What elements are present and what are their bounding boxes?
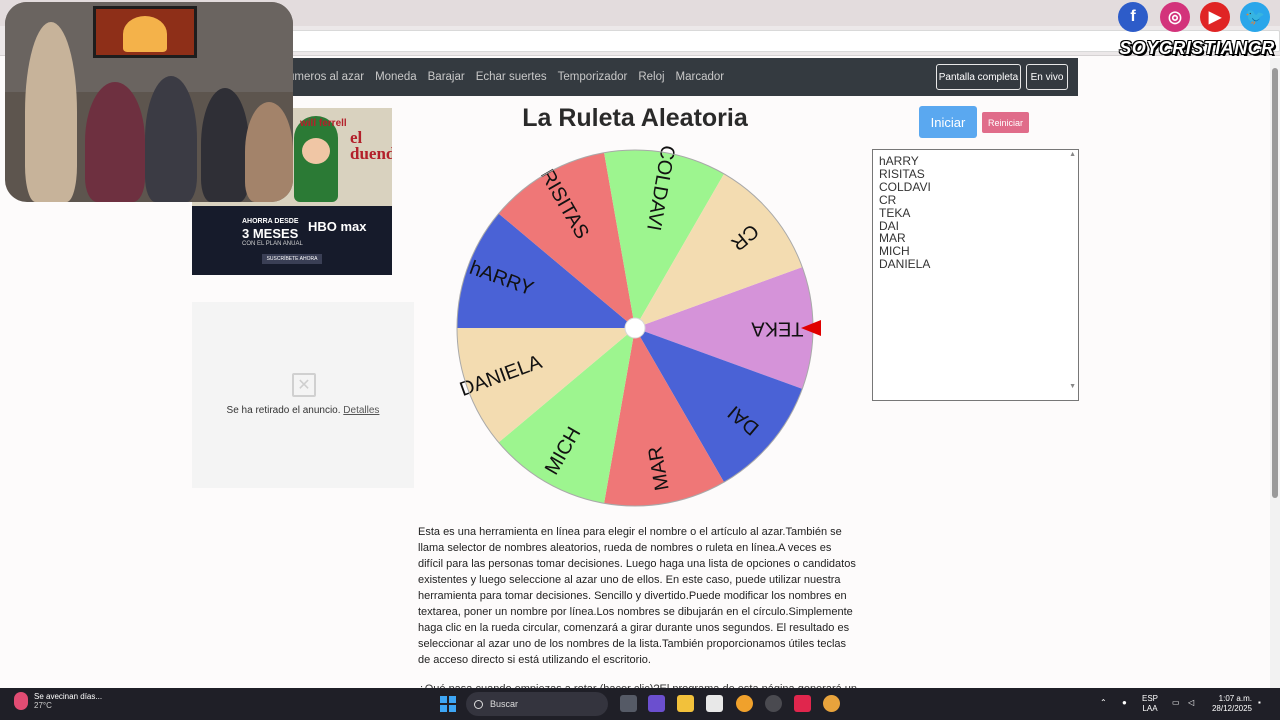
task-view-icon[interactable]	[620, 695, 637, 712]
nav-link-echar-suertes[interactable]: Echar suertes	[476, 71, 547, 83]
ad-offer-line2: 3 MESES	[242, 226, 299, 241]
network-icon[interactable]: ▭	[1172, 698, 1180, 708]
start-button[interactable]: Iniciar	[919, 106, 977, 138]
name-line: DAI	[879, 218, 900, 233]
page-scrollbar[interactable]	[1270, 58, 1280, 688]
nav-links: úmeros al azar Moneda Barajar Echar suer…	[288, 58, 724, 96]
weather-icon	[14, 692, 28, 710]
person	[245, 102, 293, 202]
live-button[interactable]: En vivo	[1026, 64, 1068, 90]
person	[201, 88, 249, 202]
ad-subscribe-button[interactable]: SUSCRÍBETE AHORA	[262, 254, 322, 264]
name-line: COLDAVI	[879, 179, 931, 194]
lang-top: ESP	[1142, 694, 1159, 703]
chrome-icon[interactable]	[736, 695, 753, 712]
windows-taskbar: Se avecinan días... 27°C Buscar ⌃ ● ESP …	[0, 688, 1280, 720]
ad-offer-line3: CON EL PLAN ANUAL	[242, 241, 303, 247]
file-explorer-icon[interactable]	[677, 695, 694, 712]
obs-icon[interactable]	[765, 695, 782, 712]
microphone-icon[interactable]: ●	[1122, 698, 1127, 708]
person	[25, 22, 77, 202]
search-placeholder: Buscar	[490, 699, 519, 709]
scroll-down-arrow-icon[interactable]: ▼	[1069, 383, 1076, 390]
language-indicator[interactable]: ESP LAA	[1142, 694, 1158, 714]
elf-face	[302, 138, 330, 164]
site-navbar: úmeros al azar Moneda Barajar Echar suer…	[192, 58, 1078, 96]
weather-widget[interactable]: Se avecinan días... 27°C	[14, 692, 102, 710]
fire-image	[123, 16, 167, 52]
name-line: CR	[879, 192, 897, 207]
wheel-hub	[624, 317, 646, 339]
weather-temp: 27°C	[34, 701, 52, 710]
name-line: hARRY	[879, 154, 919, 168]
ad-placeholder-icon: ✕	[292, 373, 316, 397]
nav-link-reloj[interactable]: Reloj	[638, 71, 664, 83]
nav-link-numeros[interactable]: úmeros al azar	[288, 71, 364, 83]
scroll-up-arrow-icon[interactable]: ▲	[1069, 151, 1076, 158]
page-title: La Ruleta Aleatoria	[522, 104, 748, 132]
person	[85, 82, 145, 202]
ad-offer-line1: AHORRA DESDE	[242, 218, 299, 225]
start-menu-icon[interactable]	[440, 696, 456, 712]
channel-brand: SOYCRISTIANCR	[1119, 38, 1275, 58]
scrollbar-thumb[interactable]	[1272, 68, 1278, 498]
store-icon[interactable]	[706, 695, 723, 712]
social-overlay: f ◎ ▶ 🐦 SOYCRISTIANCR	[1114, 0, 1280, 62]
wheel-segment-label: TEKA	[751, 318, 804, 340]
taskbar-search[interactable]: Buscar	[466, 692, 608, 716]
clock[interactable]: 1:07 a.m. 28/12/2025	[1206, 694, 1252, 714]
tray-chevron-icon[interactable]: ⌃	[1100, 698, 1107, 708]
lang-bottom: LAA	[1142, 704, 1158, 713]
nav-link-temporizador[interactable]: Temporizador	[558, 71, 628, 83]
volume-icon[interactable]: ◁	[1188, 698, 1194, 708]
ad-removed-message: Se ha retirado el anuncio. Detalles	[192, 405, 414, 416]
notification-icon[interactable]: ▪	[1258, 698, 1261, 708]
nav-link-moneda[interactable]: Moneda	[375, 71, 417, 83]
ad-removed-text: Se ha retirado el anuncio.	[226, 405, 341, 416]
fullscreen-button[interactable]: Pantalla completa	[936, 64, 1021, 90]
nav-link-marcador[interactable]: Marcador	[676, 71, 725, 83]
name-line: DANIELA	[879, 257, 931, 272]
hbo-max-logo: HBO max	[308, 219, 367, 234]
ad-actor: will ferrell	[300, 118, 347, 129]
name-line: RISITAS	[879, 166, 925, 181]
facebook-icon: f	[1118, 2, 1148, 32]
names-textarea[interactable]: hARRY RISITAS COLDAVI CR TEKA DAI MAR MI…	[872, 149, 1079, 401]
instagram-icon: ◎	[1160, 2, 1190, 32]
ad-removed-panel: ✕ Se ha retirado el anuncio. Detalles	[192, 302, 414, 488]
weather-title: Se avecinan días...	[34, 692, 103, 701]
ad-details-link[interactable]: Detalles	[343, 405, 379, 416]
reset-button[interactable]: Reiniciar	[982, 112, 1029, 133]
description-text: Esta es una herramienta en línea para el…	[418, 526, 856, 666]
nav-link-barajar[interactable]: Barajar	[428, 71, 465, 83]
search-icon	[474, 699, 483, 709]
person	[145, 76, 197, 202]
date: 28/12/2025	[1211, 704, 1252, 713]
tiktok-icon[interactable]	[794, 695, 811, 712]
youtube-icon: ▶	[1200, 2, 1230, 32]
ad-movie-title: el duende	[350, 128, 392, 163]
roulette-wheel[interactable]: TEKADAIMARMICHDANIELAhARRYRISITAS COLDAVI…	[452, 146, 824, 512]
chrome-active-icon[interactable]	[823, 695, 840, 712]
webcam-overlay	[5, 2, 293, 202]
name-line: TEKA	[879, 205, 911, 220]
time: 1:07 a.m.	[1218, 694, 1252, 703]
twitter-icon: 🐦	[1240, 2, 1270, 32]
app-icon[interactable]	[648, 695, 665, 712]
